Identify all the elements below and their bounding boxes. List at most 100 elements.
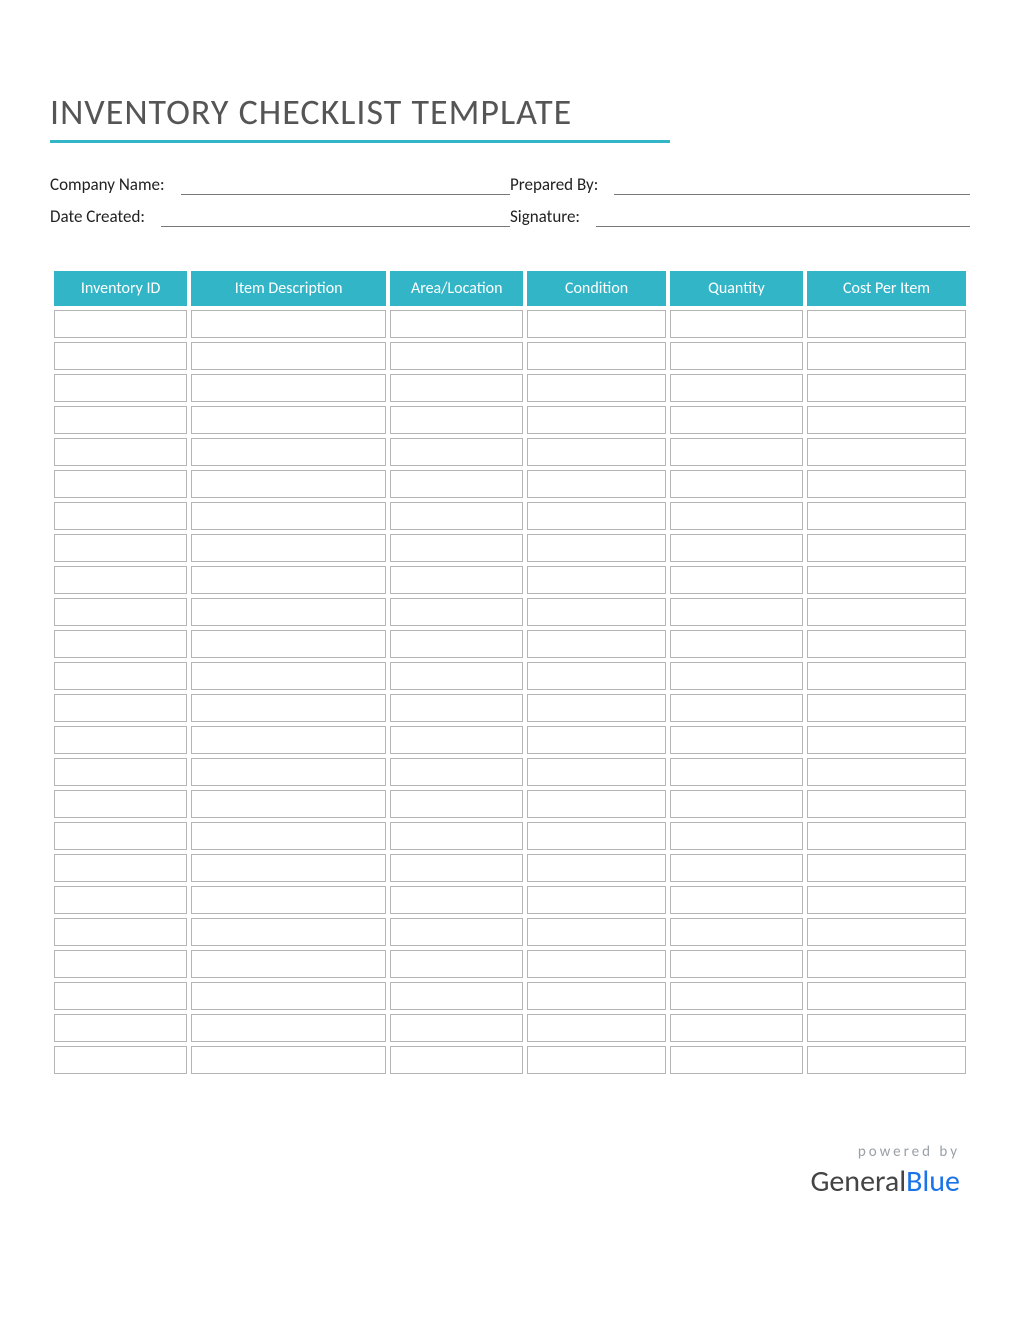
table-cell[interactable] xyxy=(527,694,665,722)
signature-input-line[interactable] xyxy=(596,205,970,227)
table-cell[interactable] xyxy=(191,950,386,978)
table-cell[interactable] xyxy=(670,886,803,914)
table-cell[interactable] xyxy=(390,694,523,722)
table-cell[interactable] xyxy=(670,630,803,658)
table-cell[interactable] xyxy=(527,758,665,786)
table-cell[interactable] xyxy=(527,534,665,562)
table-cell[interactable] xyxy=(390,918,523,946)
table-cell[interactable] xyxy=(191,566,386,594)
table-cell[interactable] xyxy=(191,822,386,850)
table-cell[interactable] xyxy=(54,790,187,818)
table-cell[interactable] xyxy=(807,790,966,818)
table-cell[interactable] xyxy=(54,726,187,754)
table-cell[interactable] xyxy=(527,630,665,658)
table-cell[interactable] xyxy=(191,662,386,690)
table-cell[interactable] xyxy=(390,1014,523,1042)
table-cell[interactable] xyxy=(54,854,187,882)
table-cell[interactable] xyxy=(191,1046,386,1074)
table-cell[interactable] xyxy=(807,886,966,914)
table-cell[interactable] xyxy=(54,822,187,850)
table-cell[interactable] xyxy=(54,566,187,594)
table-cell[interactable] xyxy=(390,502,523,530)
table-cell[interactable] xyxy=(670,310,803,338)
table-cell[interactable] xyxy=(390,438,523,466)
table-cell[interactable] xyxy=(54,374,187,402)
table-cell[interactable] xyxy=(670,950,803,978)
table-cell[interactable] xyxy=(390,950,523,978)
table-cell[interactable] xyxy=(527,950,665,978)
table-cell[interactable] xyxy=(191,470,386,498)
table-cell[interactable] xyxy=(670,342,803,370)
table-cell[interactable] xyxy=(191,438,386,466)
table-cell[interactable] xyxy=(807,1014,966,1042)
table-cell[interactable] xyxy=(670,598,803,626)
table-cell[interactable] xyxy=(54,534,187,562)
table-cell[interactable] xyxy=(527,982,665,1010)
table-cell[interactable] xyxy=(191,598,386,626)
table-cell[interactable] xyxy=(390,374,523,402)
table-cell[interactable] xyxy=(191,342,386,370)
table-cell[interactable] xyxy=(670,822,803,850)
table-cell[interactable] xyxy=(54,470,187,498)
table-cell[interactable] xyxy=(670,694,803,722)
table-cell[interactable] xyxy=(807,566,966,594)
table-cell[interactable] xyxy=(670,374,803,402)
table-cell[interactable] xyxy=(54,950,187,978)
table-cell[interactable] xyxy=(390,342,523,370)
table-cell[interactable] xyxy=(54,758,187,786)
table-cell[interactable] xyxy=(527,886,665,914)
table-cell[interactable] xyxy=(390,662,523,690)
table-cell[interactable] xyxy=(390,982,523,1010)
table-cell[interactable] xyxy=(670,470,803,498)
table-cell[interactable] xyxy=(527,374,665,402)
table-cell[interactable] xyxy=(670,726,803,754)
table-cell[interactable] xyxy=(191,886,386,914)
table-cell[interactable] xyxy=(807,438,966,466)
table-cell[interactable] xyxy=(670,982,803,1010)
table-cell[interactable] xyxy=(191,854,386,882)
table-cell[interactable] xyxy=(807,630,966,658)
table-cell[interactable] xyxy=(670,918,803,946)
table-cell[interactable] xyxy=(54,630,187,658)
table-cell[interactable] xyxy=(527,726,665,754)
table-cell[interactable] xyxy=(390,566,523,594)
table-cell[interactable] xyxy=(670,566,803,594)
table-cell[interactable] xyxy=(807,374,966,402)
table-cell[interactable] xyxy=(807,854,966,882)
table-cell[interactable] xyxy=(390,534,523,562)
table-cell[interactable] xyxy=(390,630,523,658)
table-cell[interactable] xyxy=(390,726,523,754)
table-cell[interactable] xyxy=(54,342,187,370)
table-cell[interactable] xyxy=(807,758,966,786)
table-cell[interactable] xyxy=(390,886,523,914)
table-cell[interactable] xyxy=(390,822,523,850)
table-cell[interactable] xyxy=(807,918,966,946)
table-cell[interactable] xyxy=(54,310,187,338)
table-cell[interactable] xyxy=(527,406,665,434)
table-cell[interactable] xyxy=(670,790,803,818)
table-cell[interactable] xyxy=(807,598,966,626)
table-cell[interactable] xyxy=(807,726,966,754)
table-cell[interactable] xyxy=(807,534,966,562)
table-cell[interactable] xyxy=(191,406,386,434)
table-cell[interactable] xyxy=(390,1046,523,1074)
table-cell[interactable] xyxy=(191,310,386,338)
table-cell[interactable] xyxy=(807,822,966,850)
table-cell[interactable] xyxy=(390,790,523,818)
table-cell[interactable] xyxy=(807,502,966,530)
table-cell[interactable] xyxy=(191,790,386,818)
table-cell[interactable] xyxy=(54,1014,187,1042)
table-cell[interactable] xyxy=(807,662,966,690)
table-cell[interactable] xyxy=(390,310,523,338)
table-cell[interactable] xyxy=(807,310,966,338)
table-cell[interactable] xyxy=(670,1014,803,1042)
table-cell[interactable] xyxy=(191,630,386,658)
table-cell[interactable] xyxy=(527,470,665,498)
table-cell[interactable] xyxy=(527,566,665,594)
table-cell[interactable] xyxy=(670,534,803,562)
table-cell[interactable] xyxy=(191,982,386,1010)
company-input-line[interactable] xyxy=(181,173,510,195)
table-cell[interactable] xyxy=(670,406,803,434)
table-cell[interactable] xyxy=(191,918,386,946)
table-cell[interactable] xyxy=(191,502,386,530)
